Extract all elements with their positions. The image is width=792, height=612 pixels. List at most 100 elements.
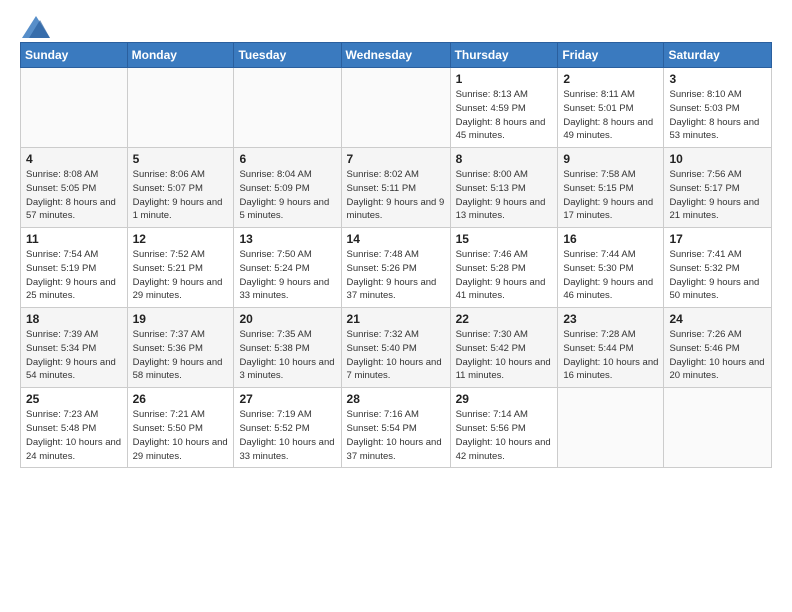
calendar-cell: 22 Sunrise: 7:30 AMSunset: 5:42 PMDayligh…: [450, 308, 558, 388]
calendar-body: 1 Sunrise: 8:13 AMSunset: 4:59 PMDaylight…: [21, 68, 772, 468]
day-info: Sunrise: 7:21 AMSunset: 5:50 PMDaylight:…: [133, 408, 229, 463]
calendar-cell: 20 Sunrise: 7:35 AMSunset: 5:38 PMDayligh…: [234, 308, 341, 388]
calendar-cell: 29Sunrise: 7:14 AMSunset: 5:56 PMDayligh…: [450, 388, 558, 468]
day-info: Sunrise: 8:10 AMSunset: 5:03 PMDaylight:…: [669, 88, 766, 143]
day-info: Sunrise: 7:56 AMSunset: 5:17 PMDaylight:…: [669, 168, 766, 223]
day-info: Sunrise: 8:11 AMSunset: 5:01 PMDaylight:…: [563, 88, 658, 143]
day-of-week-header: Friday: [558, 43, 664, 68]
day-number: 20: [239, 312, 335, 326]
day-number: 1: [456, 72, 553, 86]
day-info: Sunrise: 8:04 AMSunset: 5:09 PMDaylight:…: [239, 168, 335, 223]
calendar-week-row: 11Sunrise: 7:54 AMSunset: 5:19 PMDayligh…: [21, 228, 772, 308]
day-number: 5: [133, 152, 229, 166]
calendar-table: SundayMondayTuesdayWednesdayThursdayFrid…: [20, 42, 772, 468]
day-of-week-header: Monday: [127, 43, 234, 68]
calendar-cell: 18Sunrise: 7:39 AMSunset: 5:34 PMDayligh…: [21, 308, 128, 388]
day-info: Sunrise: 7:50 AMSunset: 5:24 PMDaylight:…: [239, 248, 335, 303]
day-number: 2: [563, 72, 658, 86]
calendar-cell: 13 Sunrise: 7:50 AMSunset: 5:24 PMDayligh…: [234, 228, 341, 308]
calendar-cell: 10Sunrise: 7:56 AMSunset: 5:17 PMDayligh…: [664, 148, 772, 228]
calendar-cell: 2 Sunrise: 8:11 AMSunset: 5:01 PMDaylight…: [558, 68, 664, 148]
calendar-cell: 28 Sunrise: 7:16 AMSunset: 5:54 PMDayligh…: [341, 388, 450, 468]
calendar-cell: 4 Sunrise: 8:08 AMSunset: 5:05 PMDaylight…: [21, 148, 128, 228]
day-number: 13: [239, 232, 335, 246]
logo: [20, 16, 50, 34]
logo-icon: [22, 16, 50, 38]
calendar-cell: 21 Sunrise: 7:32 AMSunset: 5:40 PMDayligh…: [341, 308, 450, 388]
calendar-cell: 23 Sunrise: 7:28 AMSunset: 5:44 PMDayligh…: [558, 308, 664, 388]
header-row: SundayMondayTuesdayWednesdayThursdayFrid…: [21, 43, 772, 68]
day-of-week-header: Tuesday: [234, 43, 341, 68]
calendar-cell: 1 Sunrise: 8:13 AMSunset: 4:59 PMDaylight…: [450, 68, 558, 148]
day-info: Sunrise: 7:32 AMSunset: 5:40 PMDaylight:…: [347, 328, 445, 383]
calendar-cell: 12 Sunrise: 7:52 AMSunset: 5:21 PMDayligh…: [127, 228, 234, 308]
day-number: 6: [239, 152, 335, 166]
header: [20, 16, 772, 34]
calendar-week-row: 18Sunrise: 7:39 AMSunset: 5:34 PMDayligh…: [21, 308, 772, 388]
calendar-cell: [127, 68, 234, 148]
day-info: Sunrise: 7:39 AMSunset: 5:34 PMDaylight:…: [26, 328, 122, 383]
day-info: Sunrise: 7:26 AMSunset: 5:46 PMDaylight:…: [669, 328, 766, 383]
day-number: 19: [133, 312, 229, 326]
day-info: Sunrise: 7:37 AMSunset: 5:36 PMDaylight:…: [133, 328, 229, 383]
day-number: 16: [563, 232, 658, 246]
day-of-week-header: Wednesday: [341, 43, 450, 68]
day-info: Sunrise: 7:23 AMSunset: 5:48 PMDaylight:…: [26, 408, 122, 463]
calendar-cell: 26 Sunrise: 7:21 AMSunset: 5:50 PMDayligh…: [127, 388, 234, 468]
calendar-cell: [234, 68, 341, 148]
calendar-cell: [21, 68, 128, 148]
day-number: 24: [669, 312, 766, 326]
day-number: 15: [456, 232, 553, 246]
calendar-cell: 9Sunrise: 7:58 AMSunset: 5:15 PMDaylight…: [558, 148, 664, 228]
day-info: Sunrise: 7:52 AMSunset: 5:21 PMDaylight:…: [133, 248, 229, 303]
day-info: Sunrise: 7:44 AMSunset: 5:30 PMDaylight:…: [563, 248, 658, 303]
calendar-cell: 17 Sunrise: 7:41 AMSunset: 5:32 PMDayligh…: [664, 228, 772, 308]
day-info: Sunrise: 7:46 AMSunset: 5:28 PMDaylight:…: [456, 248, 553, 303]
calendar-cell: 19 Sunrise: 7:37 AMSunset: 5:36 PMDayligh…: [127, 308, 234, 388]
calendar-week-row: 4 Sunrise: 8:08 AMSunset: 5:05 PMDaylight…: [21, 148, 772, 228]
calendar-cell: [341, 68, 450, 148]
day-number: 28: [347, 392, 445, 406]
day-number: 11: [26, 232, 122, 246]
calendar-cell: 14 Sunrise: 7:48 AMSunset: 5:26 PMDayligh…: [341, 228, 450, 308]
calendar-cell: 3Sunrise: 8:10 AMSunset: 5:03 PMDaylight…: [664, 68, 772, 148]
day-info: Sunrise: 7:16 AMSunset: 5:54 PMDaylight:…: [347, 408, 445, 463]
day-number: 23: [563, 312, 658, 326]
calendar-cell: [664, 388, 772, 468]
day-info: Sunrise: 8:13 AMSunset: 4:59 PMDaylight:…: [456, 88, 553, 143]
day-of-week-header: Saturday: [664, 43, 772, 68]
day-number: 21: [347, 312, 445, 326]
day-info: Sunrise: 8:06 AMSunset: 5:07 PMDaylight:…: [133, 168, 229, 223]
calendar-cell: 25 Sunrise: 7:23 AMSunset: 5:48 PMDayligh…: [21, 388, 128, 468]
day-info: Sunrise: 7:48 AMSunset: 5:26 PMDaylight:…: [347, 248, 445, 303]
calendar-week-row: 25 Sunrise: 7:23 AMSunset: 5:48 PMDayligh…: [21, 388, 772, 468]
day-of-week-header: Thursday: [450, 43, 558, 68]
calendar-cell: 15 Sunrise: 7:46 AMSunset: 5:28 PMDayligh…: [450, 228, 558, 308]
calendar-cell: 24 Sunrise: 7:26 AMSunset: 5:46 PMDayligh…: [664, 308, 772, 388]
calendar-cell: 7Sunrise: 8:02 AMSunset: 5:11 PMDaylight…: [341, 148, 450, 228]
day-info: Sunrise: 8:08 AMSunset: 5:05 PMDaylight:…: [26, 168, 122, 223]
day-number: 27: [239, 392, 335, 406]
day-info: Sunrise: 7:19 AMSunset: 5:52 PMDaylight:…: [239, 408, 335, 463]
day-info: Sunrise: 7:28 AMSunset: 5:44 PMDaylight:…: [563, 328, 658, 383]
day-number: 12: [133, 232, 229, 246]
day-number: 8: [456, 152, 553, 166]
day-info: Sunrise: 7:58 AMSunset: 5:15 PMDaylight:…: [563, 168, 658, 223]
day-info: Sunrise: 7:41 AMSunset: 5:32 PMDaylight:…: [669, 248, 766, 303]
calendar-header: SundayMondayTuesdayWednesdayThursdayFrid…: [21, 43, 772, 68]
day-number: 4: [26, 152, 122, 166]
day-info: Sunrise: 7:14 AMSunset: 5:56 PMDaylight:…: [456, 408, 553, 463]
day-number: 26: [133, 392, 229, 406]
calendar-cell: 16 Sunrise: 7:44 AMSunset: 5:30 PMDayligh…: [558, 228, 664, 308]
calendar-cell: 27 Sunrise: 7:19 AMSunset: 5:52 PMDayligh…: [234, 388, 341, 468]
day-info: Sunrise: 7:30 AMSunset: 5:42 PMDaylight:…: [456, 328, 553, 383]
calendar-cell: 8 Sunrise: 8:00 AMSunset: 5:13 PMDaylight…: [450, 148, 558, 228]
day-of-week-header: Sunday: [21, 43, 128, 68]
day-number: 25: [26, 392, 122, 406]
day-info: Sunrise: 8:02 AMSunset: 5:11 PMDaylight:…: [347, 168, 445, 223]
day-number: 17: [669, 232, 766, 246]
day-number: 14: [347, 232, 445, 246]
day-info: Sunrise: 8:00 AMSunset: 5:13 PMDaylight:…: [456, 168, 553, 223]
day-number: 22: [456, 312, 553, 326]
day-info: Sunrise: 7:35 AMSunset: 5:38 PMDaylight:…: [239, 328, 335, 383]
